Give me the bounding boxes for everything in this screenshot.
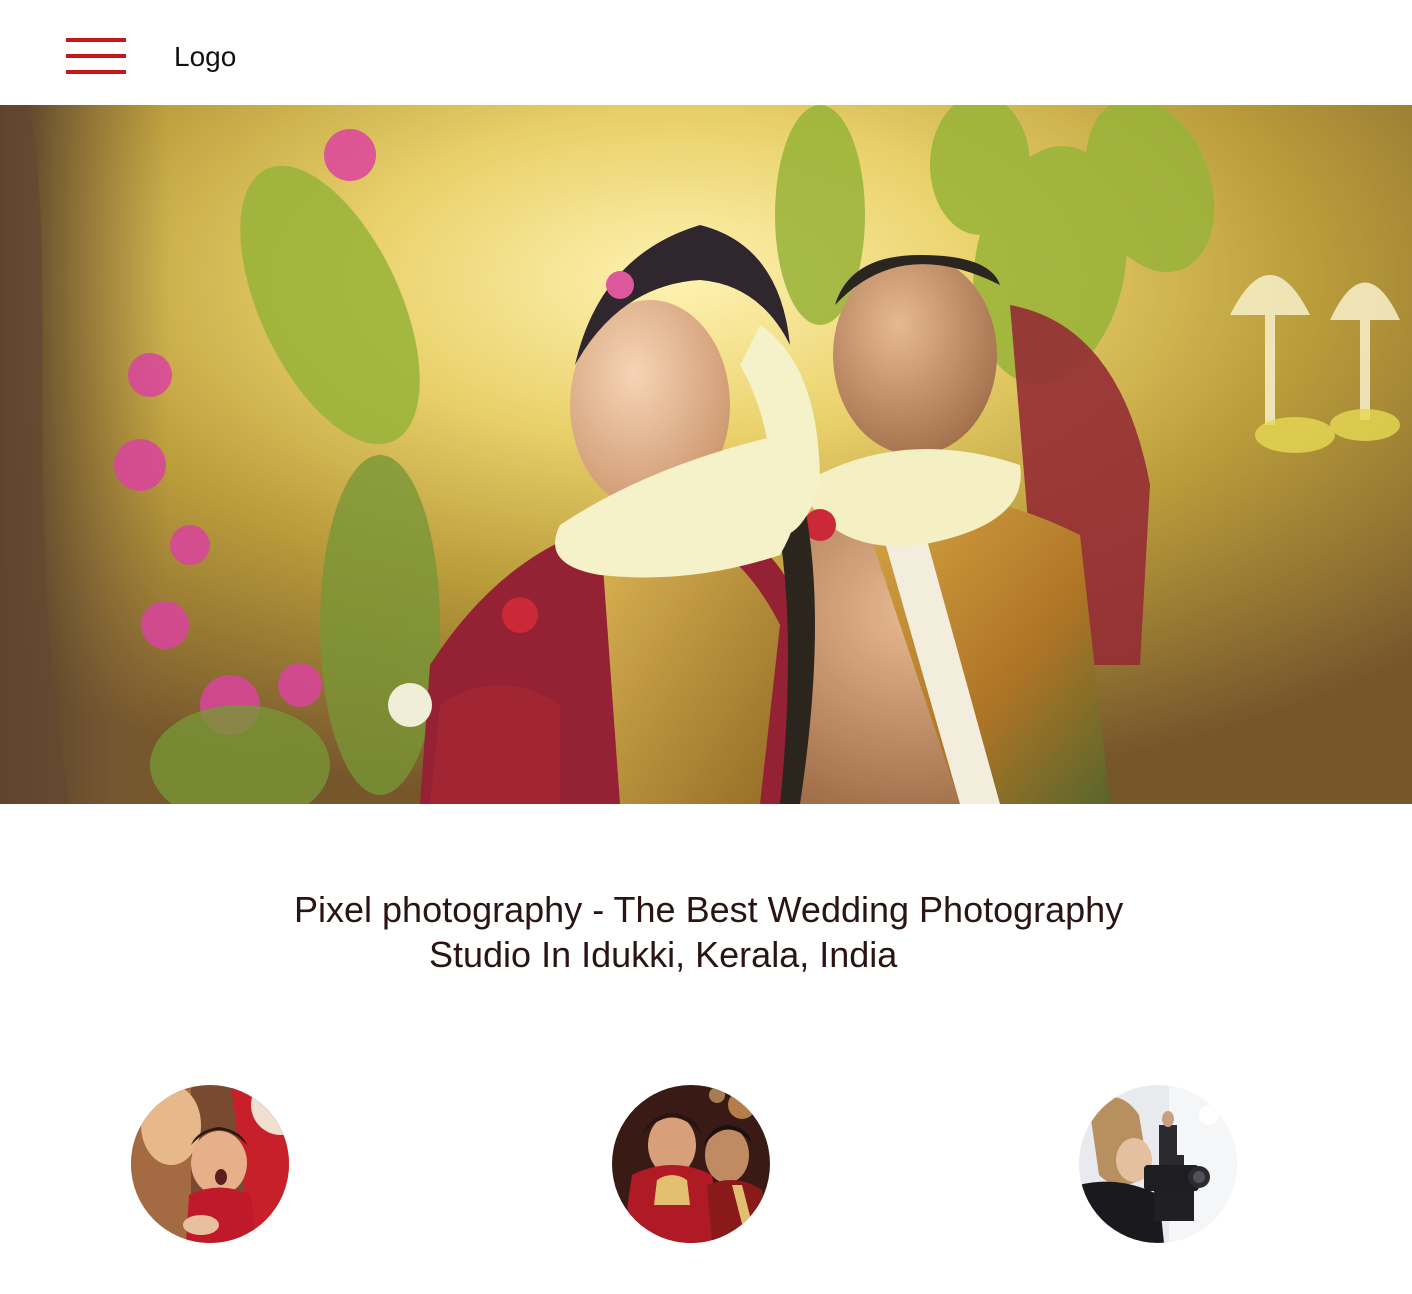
hamburger-menu-icon[interactable] — [66, 38, 126, 74]
hero-wedding-photo — [0, 105, 1412, 804]
service-thumbnail-child-portrait[interactable] — [131, 1085, 289, 1243]
tagline-line-2: Studio In Idukki, Kerala, India — [429, 934, 898, 975]
logo[interactable]: Logo — [174, 40, 236, 74]
header: Logo — [0, 0, 1412, 105]
service-thumbnail-bridal-couple[interactable] — [612, 1085, 770, 1243]
tagline-line-1: Pixel photography - The Best Wedding Pho… — [294, 889, 1124, 930]
menu-bar-bottom — [66, 70, 126, 74]
service-thumbnail-videographer[interactable] — [1079, 1085, 1237, 1243]
menu-bar-middle — [66, 54, 126, 58]
menu-bar-top — [66, 38, 126, 42]
